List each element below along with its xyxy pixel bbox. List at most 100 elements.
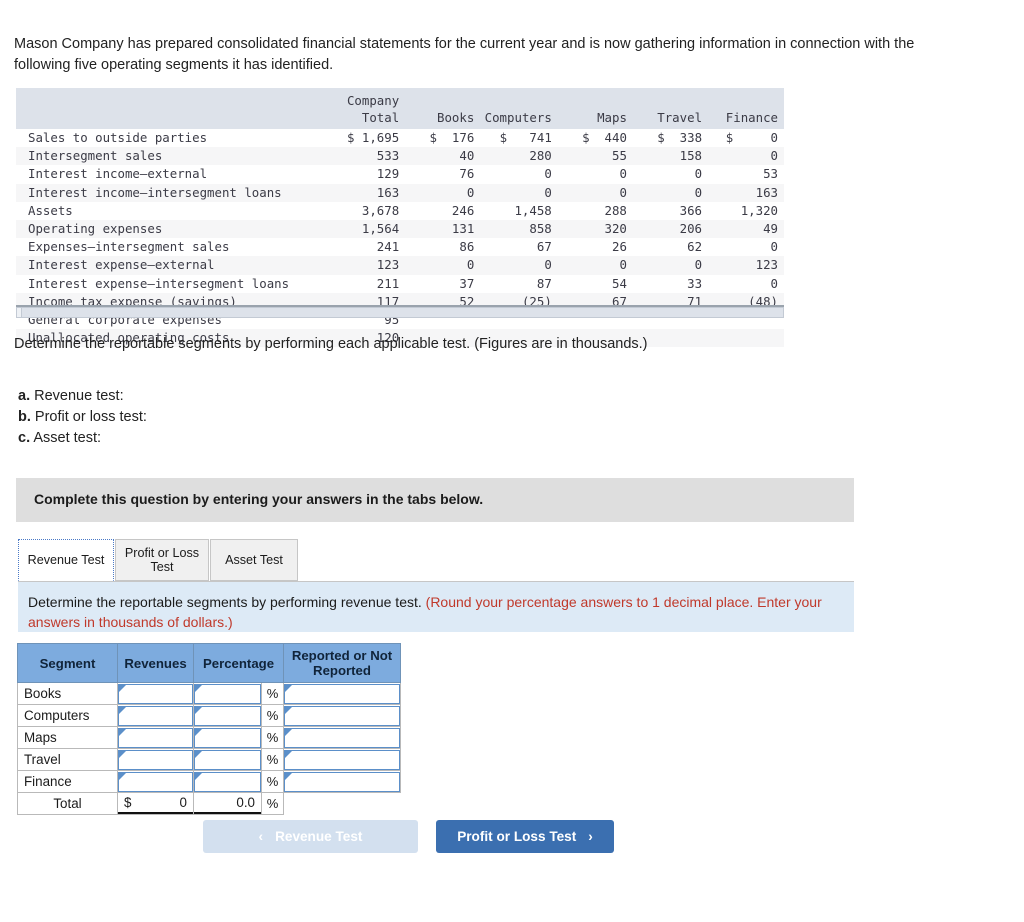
cell-company-total: 123 <box>376 257 400 273</box>
revenues-input-cell[interactable] <box>117 748 194 771</box>
answer-row: Maps% <box>17 726 401 749</box>
revenues-input[interactable] <box>118 683 193 704</box>
percentage-input-cell[interactable] <box>193 726 262 749</box>
reported-input-cell[interactable] <box>283 704 401 727</box>
row-label: Interest expense—external <box>28 257 215 273</box>
tab-revenue-test[interactable]: Revenue Test <box>18 539 114 581</box>
table-horizontal-scrollbar[interactable] <box>16 307 784 318</box>
answer-header-revenues: Revenues <box>117 643 194 683</box>
cell-books: $ 176 <box>429 130 475 145</box>
requirement-a-text: Revenue test: <box>34 388 124 404</box>
next-profit-or-loss-test-button[interactable]: Profit or Loss Test › <box>436 820 614 853</box>
total-revenues-box: $0 <box>118 793 193 814</box>
cell-maps: 0 <box>619 184 627 200</box>
answer-table-body: Books% Computers% Maps% Travel% Finance% Tota… <box>17 682 401 815</box>
header-books: Books <box>405 109 481 129</box>
total-label: Total <box>17 792 118 815</box>
percent-symbol: % <box>261 726 284 749</box>
tab-asset-test[interactable]: Asset Test <box>210 539 298 581</box>
table-row: Operating expenses 1,564 131 858 320 206 49 <box>16 220 784 239</box>
cell-maps: 320 <box>604 221 627 237</box>
revenue-test-instruction-text: Determine the reportable segments by per… <box>28 593 842 632</box>
percentage-input[interactable] <box>194 771 261 792</box>
answer-row: Travel% <box>17 748 401 771</box>
percentage-input-cell[interactable] <box>193 682 262 705</box>
answer-total-row: Total $0 0.0% <box>17 792 401 815</box>
table-row: Interest income—external 129 76 0 0 0 53 <box>16 165 784 184</box>
total-percentage-box: 0.0 <box>194 793 261 814</box>
revenues-input[interactable] <box>118 727 193 748</box>
tab-asset-test-label: Asset Test <box>225 553 283 567</box>
complete-question-banner-text: Complete this question by entering your … <box>34 491 484 507</box>
cell-finance: 49 <box>763 221 778 237</box>
reported-input-cell[interactable] <box>283 770 401 793</box>
row-label: Interest income—intersegment loans <box>28 184 282 200</box>
revenues-input-cell[interactable] <box>117 726 194 749</box>
cell-computers: 0 <box>544 184 552 200</box>
row-label: Sales to outside parties <box>28 130 208 145</box>
revenues-input[interactable] <box>118 749 193 770</box>
revenues-input[interactable] <box>118 771 193 792</box>
cell-computers: 1,458 <box>514 202 552 218</box>
prev-revenue-test-button[interactable]: ‹ Revenue Test <box>203 820 418 853</box>
cell-travel: 62 <box>687 239 703 255</box>
cell-finance: 123 <box>755 257 778 273</box>
percentage-input[interactable] <box>194 705 261 726</box>
revenues-input-cell[interactable] <box>117 682 194 705</box>
header-computers: Computers <box>480 109 558 129</box>
header-travel: Travel <box>632 109 709 129</box>
header-spacer-computers <box>480 88 558 109</box>
answer-segment-label: Travel <box>17 748 118 771</box>
reported-input-cell[interactable] <box>283 682 401 705</box>
cell-computers: 0 <box>544 166 552 182</box>
cell-finance: $ 0 <box>725 130 778 145</box>
percentage-input[interactable] <box>194 683 261 704</box>
revenues-input-cell[interactable] <box>117 770 194 793</box>
complete-question-banner: Complete this question by entering your … <box>16 478 854 522</box>
cell-finance: 163 <box>755 184 778 200</box>
row-label: Interest expense—intersegment loans <box>28 275 290 291</box>
answer-header-segment: Segment <box>17 643 118 683</box>
reported-input-cell[interactable] <box>283 748 401 771</box>
cell-company-total: 533 <box>376 148 400 164</box>
reported-input-cell[interactable] <box>283 726 401 749</box>
cell-travel: $ 338 <box>657 130 703 145</box>
chevron-left-icon: ‹ <box>258 829 264 844</box>
percentage-input[interactable] <box>194 727 261 748</box>
header-spacer-maps <box>557 88 633 109</box>
table-row: Interest expense—external 123 0 0 0 0 123 <box>16 256 784 275</box>
cell-travel: 366 <box>679 202 703 218</box>
cell-books: 40 <box>459 148 475 164</box>
reported-input[interactable] <box>284 771 400 792</box>
revenues-input[interactable] <box>118 705 193 726</box>
revenues-input-cell[interactable] <box>117 704 194 727</box>
row-label: Assets <box>28 202 73 218</box>
intro-paragraph: Mason Company has prepared consolidated … <box>14 36 915 73</box>
percentage-input[interactable] <box>194 749 261 770</box>
row-label: Intersegment sales <box>28 148 163 164</box>
tab-profit-or-loss-test[interactable]: Profit or Loss Test <box>115 539 209 581</box>
percentage-input-cell[interactable] <box>193 770 262 793</box>
cell-company-total: 241 <box>376 239 400 255</box>
scrollbar-thumb[interactable] <box>17 308 22 317</box>
cell-books: 76 <box>459 166 475 182</box>
percentage-input-cell[interactable] <box>193 704 262 727</box>
cell-company-total: 211 <box>376 275 400 291</box>
reported-input[interactable] <box>284 683 400 704</box>
reported-input[interactable] <box>284 727 400 748</box>
reported-input[interactable] <box>284 705 400 726</box>
cell-maps: $ 440 <box>582 130 627 145</box>
total-revenues-value: 0 <box>179 795 187 810</box>
reported-input[interactable] <box>284 749 400 770</box>
cell-finance: 53 <box>763 166 778 182</box>
header-finance: Finance <box>708 109 784 129</box>
requirements-list: a. Revenue test: b. Profit or loss test:… <box>18 387 147 450</box>
determine-instruction: Determine the reportable segments by per… <box>14 336 648 352</box>
header-spacer-books <box>405 88 481 109</box>
cell-books: 246 <box>451 202 475 218</box>
percentage-input-cell[interactable] <box>193 748 262 771</box>
cell-company-total: $ 1,695 <box>346 130 400 145</box>
header-spacer <box>16 88 314 109</box>
answer-row: Computers% <box>17 704 401 727</box>
prev-button-label: Revenue Test <box>275 829 363 844</box>
